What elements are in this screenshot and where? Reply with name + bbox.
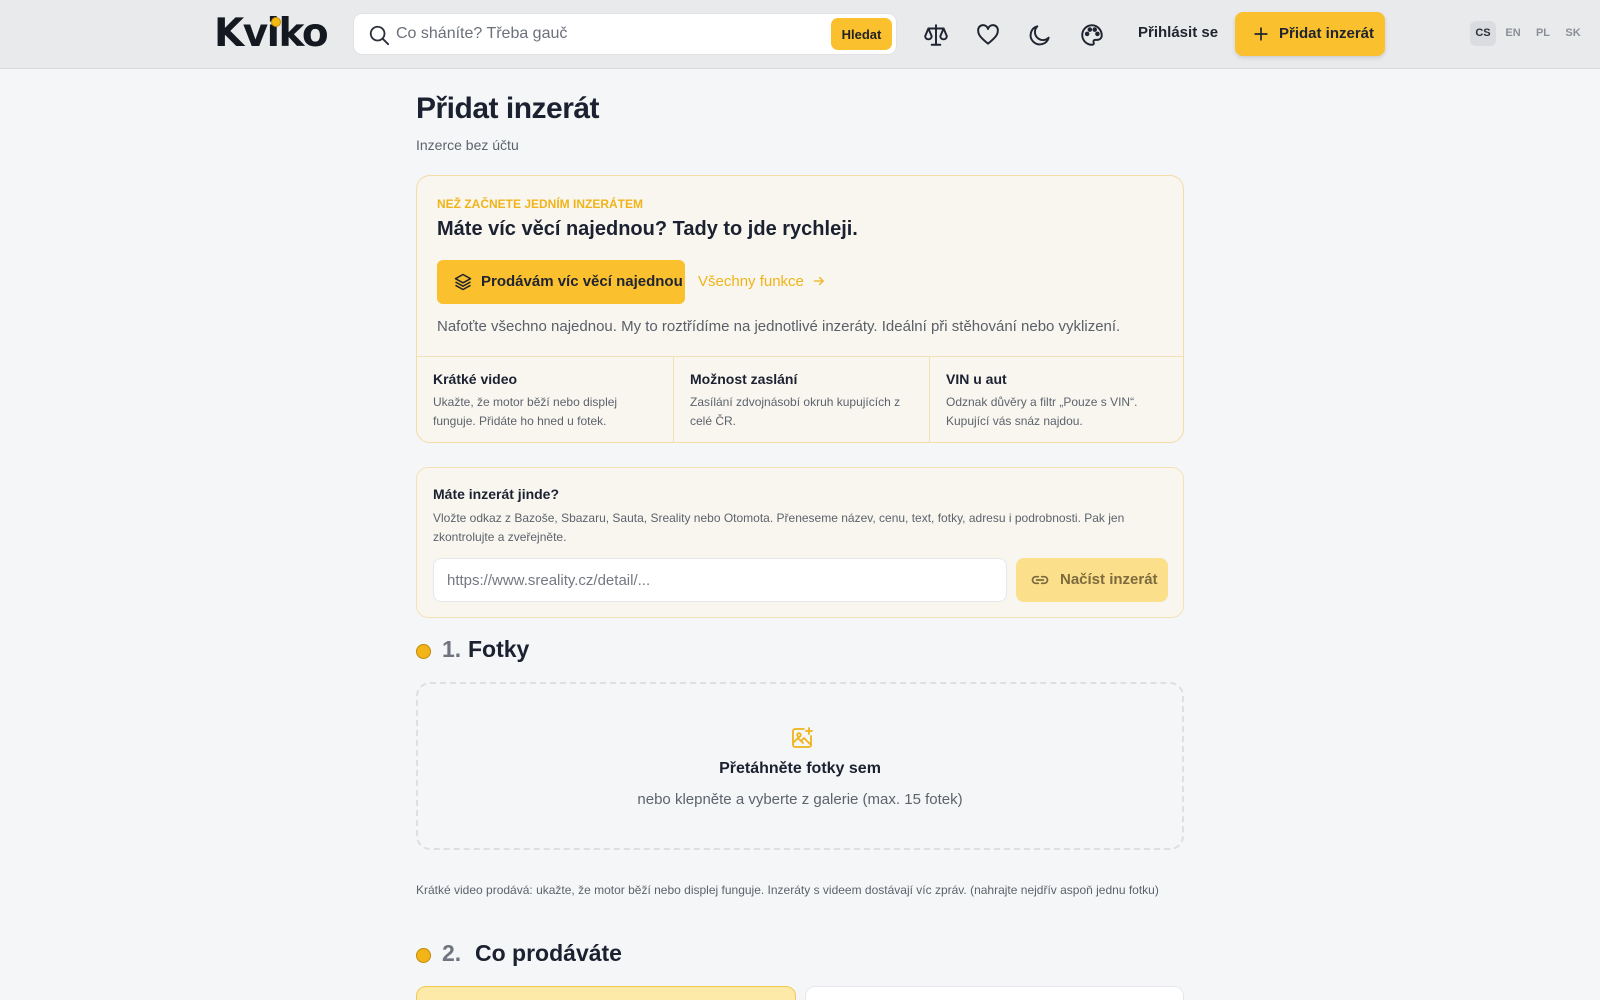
import-title: Máte inzerát jinde?: [433, 486, 560, 502]
category-tile[interactable]: [805, 986, 1184, 1000]
add-listing-button[interactable]: Přidat inzerát: [1235, 12, 1385, 56]
section-number: 1.: [442, 636, 462, 662]
bulk-description: Nafoťte všechno najednou. My to roztřídí…: [437, 318, 1121, 335]
section-title: Fotky: [468, 636, 530, 662]
login-link[interactable]: Přihlásit se: [1138, 24, 1218, 41]
layers-icon: [454, 273, 472, 291]
palette-icon[interactable]: [1079, 22, 1105, 48]
logo-coin-icon: [271, 17, 281, 27]
lang-sk[interactable]: SK: [1560, 21, 1586, 46]
lang-cs[interactable]: CS: [1470, 21, 1496, 46]
bulk-listing-card: NEŽ ZAČNETE JEDNÍM INZERÁTEM Máte víc vě…: [416, 175, 1184, 443]
import-listing-card: Máte inzerát jinde? Vložte odkaz z Bazoš…: [416, 467, 1184, 618]
search-input[interactable]: [396, 14, 776, 54]
section-title: Co prodáváte: [475, 940, 622, 966]
category-tile-selected[interactable]: [416, 986, 796, 1000]
dropzone-title: Přetáhněte fotky sem: [719, 760, 881, 777]
load-listing-button[interactable]: Načíst inzerát: [1016, 558, 1168, 602]
link-icon: [1031, 575, 1049, 585]
bulk-heading: Máte víc věcí najednou? Tady to jde rych…: [437, 218, 858, 240]
feature-title: Krátké video: [433, 371, 518, 387]
search-bar: Hledat: [353, 13, 897, 55]
feature-list: Krátké video Ukažte, že motor běží nebo …: [417, 356, 1183, 442]
feature-item-shipping: Možnost zaslání Zasílání zdvojnásobí okr…: [673, 357, 929, 442]
coin-icon: [416, 948, 431, 963]
lang-en[interactable]: EN: [1500, 21, 1526, 46]
listing-url-input[interactable]: [433, 558, 1007, 602]
feature-text: Zasílání zdvojnásobí okruh kupujících z …: [690, 395, 901, 428]
feature-item-video: Krátké video Ukažte, že motor běží nebo …: [417, 357, 673, 442]
dropzone-subtitle: nebo klepněte a vyberte z galerie (max. …: [637, 791, 963, 808]
top-navigation-bar: Kviko Hledat Přihlásit se Přidat inzerát…: [0, 0, 1600, 69]
feature-text: Odznak důvěry a filtr „Pouze s VIN“. Kup…: [946, 395, 1138, 428]
page-subtitle: Inzerce bez účtu: [416, 137, 519, 153]
section-number: 2.: [442, 940, 462, 966]
search-icon: [369, 25, 390, 46]
coin-icon: [416, 644, 431, 659]
import-description: Vložte odkaz z Bazoše, Sbazaru, Sauta, S…: [433, 511, 1125, 544]
bulk-eyebrow: NEŽ ZAČNETE JEDNÍM INZERÁTEM: [437, 197, 644, 211]
language-switcher: CS EN PL SK: [1470, 21, 1586, 46]
photo-dropzone[interactable]: Přetáhněte fotky sem nebo klepněte a vyb…: [416, 682, 1184, 850]
arrow-right-icon: [813, 276, 824, 286]
load-listing-label: Načíst inzerát: [1060, 571, 1158, 588]
add-listing-label: Přidat inzerát: [1279, 25, 1375, 42]
feature-title: Možnost zaslání: [690, 371, 798, 387]
image-plus-icon: [792, 727, 813, 748]
lang-pl[interactable]: PL: [1530, 21, 1556, 46]
section-heading-photos: 1. Fotky: [416, 636, 716, 666]
search-button[interactable]: Hledat: [831, 18, 892, 50]
bulk-sell-label: Prodávám víc věcí najednou: [481, 273, 683, 290]
all-features-link[interactable]: Všechny funkce: [698, 273, 826, 290]
section-heading-what-selling: 2. Co prodáváte: [416, 940, 816, 970]
plus-icon: [1254, 27, 1268, 41]
feature-title: VIN u aut: [946, 371, 1007, 387]
moon-icon[interactable]: [1027, 22, 1053, 48]
logo[interactable]: Kviko: [214, 12, 329, 56]
bulk-sell-button[interactable]: Prodávám víc věcí najednou: [437, 260, 685, 304]
page-title: Přidat inzerát: [416, 92, 600, 125]
video-note: Krátké video prodává: ukažte, že motor b…: [416, 883, 1159, 897]
feature-item-vin: VIN u aut Odznak důvěry a filtr „Pouze s…: [929, 357, 1183, 442]
heart-icon[interactable]: [975, 22, 1001, 48]
scales-icon[interactable]: [923, 22, 949, 48]
feature-text: Ukažte, že motor běží nebo displej fungu…: [433, 395, 618, 428]
all-features-label: Všechny funkce: [698, 273, 804, 290]
